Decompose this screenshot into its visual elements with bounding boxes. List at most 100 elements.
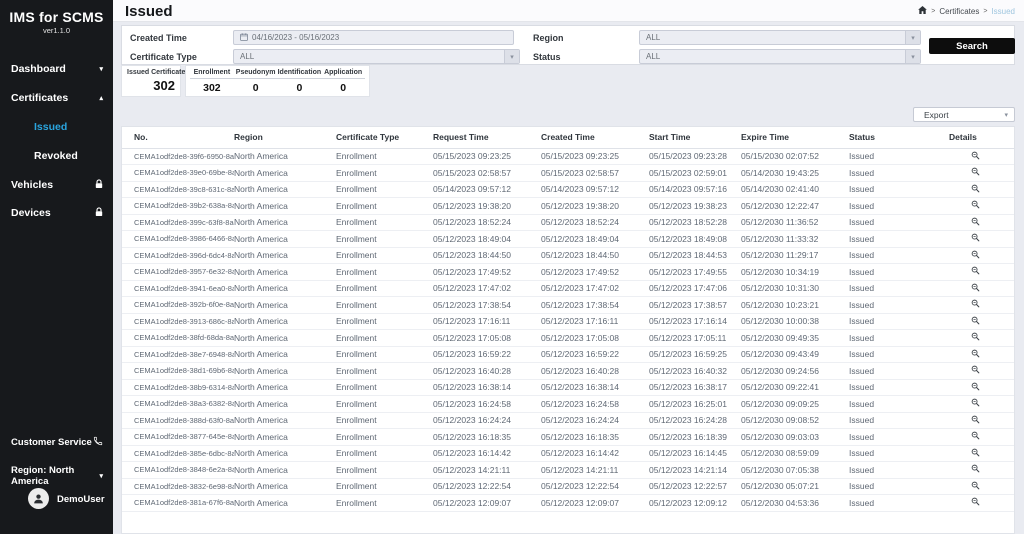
customer-service-button[interactable]: Customer Service	[0, 436, 113, 449]
table-row: CEMA1odf2de8-38d1-69b6-8a4e— North Ameri…	[122, 363, 1015, 380]
details-magnifier-icon[interactable]	[971, 184, 980, 195]
details-cell	[949, 445, 1015, 462]
created-time-range-input[interactable]: 04/16/2023 - 05/16/2023	[233, 30, 514, 45]
chevron-down-icon: ▾	[905, 31, 920, 44]
table-row: CEMA1odf2de8-3941-6ea0-8a4e— North Ameri…	[122, 280, 1015, 297]
cert-expire-time: 05/14/2030 19:43:25	[741, 165, 849, 182]
cert-region: North America	[234, 396, 336, 413]
cert-no: CEMA1odf2de8-399c-63f8-8a4e—	[122, 214, 234, 231]
lock-icon	[95, 207, 103, 220]
table-row: CEMA1odf2de8-39c8-631c-8a4e— North Ameri…	[122, 181, 1015, 198]
details-magnifier-icon[interactable]	[971, 316, 980, 327]
cert-region: North America	[234, 412, 336, 429]
details-magnifier-icon[interactable]	[971, 151, 980, 162]
details-magnifier-icon[interactable]	[971, 332, 980, 343]
details-cell	[949, 231, 1015, 248]
export-label: Export	[924, 110, 949, 120]
details-magnifier-icon[interactable]	[971, 349, 980, 360]
details-magnifier-icon[interactable]	[971, 365, 980, 376]
details-magnifier-icon[interactable]	[971, 382, 980, 393]
cert-status: Issued	[849, 165, 949, 182]
breakdown-identification: Identification 0	[278, 69, 322, 93]
details-magnifier-icon[interactable]	[971, 299, 980, 310]
details-magnifier-icon[interactable]	[971, 415, 980, 426]
details-cell	[949, 429, 1015, 446]
region-label: Region	[533, 33, 564, 43]
details-magnifier-icon[interactable]	[971, 266, 980, 277]
details-magnifier-icon[interactable]	[971, 481, 980, 492]
cert-expire-time: 05/12/2030 07:05:38	[741, 462, 849, 479]
breadcrumb-issued[interactable]: Issued	[991, 7, 1015, 16]
cert-status: Issued	[849, 379, 949, 396]
sidebar-item-dashboard[interactable]: Dashboard ▾	[0, 61, 113, 77]
cert-region: North America	[234, 148, 336, 165]
cert-created-time: 05/12/2023 16:24:58	[541, 396, 649, 413]
cert-expire-time: 05/12/2030 09:03:03	[741, 429, 849, 446]
cert-expire-time: 05/12/2030 08:59:09	[741, 445, 849, 462]
details-cell	[949, 247, 1015, 264]
status-select-value: ALL	[646, 52, 660, 61]
cert-region: North America	[234, 214, 336, 231]
details-magnifier-icon[interactable]	[971, 233, 980, 244]
details-magnifier-icon[interactable]	[971, 283, 980, 294]
certificate-type-select[interactable]: ALL ▾	[233, 49, 520, 64]
cert-request-time: 05/12/2023 16:14:42	[433, 445, 541, 462]
cert-start-time: 05/15/2023 02:59:01	[649, 165, 741, 182]
cert-status: Issued	[849, 396, 949, 413]
status-label: Status	[533, 52, 561, 62]
breakdown-application: Application 0	[321, 69, 365, 93]
sidebar-item-vehicles[interactable]: Vehicles	[0, 177, 113, 193]
sidebar-item-revoked[interactable]: Revoked	[0, 148, 113, 164]
cert-request-time: 05/12/2023 17:16:11	[433, 313, 541, 330]
cert-status: Issued	[849, 198, 949, 215]
certificates-breakdown-card: Enrollment 302 Pseudonym 0 Identificatio…	[185, 65, 370, 97]
sidebar-item-devices[interactable]: Devices	[0, 205, 113, 221]
details-magnifier-icon[interactable]	[971, 200, 980, 211]
home-icon[interactable]	[918, 6, 927, 16]
details-magnifier-icon[interactable]	[971, 398, 980, 409]
details-magnifier-icon[interactable]	[971, 250, 980, 261]
cert-created-time: 05/12/2023 12:22:54	[541, 478, 649, 495]
cert-no: CEMA1odf2de8-3877-645e-8a4e—	[122, 429, 234, 446]
cert-type: Enrollment	[336, 247, 433, 264]
region-selector[interactable]: Region: North America ▾	[0, 465, 113, 487]
region-select[interactable]: ALL ▾	[639, 30, 921, 45]
cert-start-time: 05/12/2023 18:49:08	[649, 231, 741, 248]
search-button[interactable]: Search	[929, 38, 1015, 54]
sidebar-item-certificates[interactable]: Certificates ▴	[0, 90, 113, 106]
avatar[interactable]	[28, 488, 49, 509]
cert-start-time: 05/12/2023 18:44:53	[649, 247, 741, 264]
user-name[interactable]: DemoUser	[57, 494, 105, 505]
cert-expire-time: 05/12/2030 09:24:56	[741, 363, 849, 380]
cert-created-time: 05/15/2023 09:23:25	[541, 148, 649, 165]
cert-type: Enrollment	[336, 264, 433, 281]
issued-certificates-value: 302	[127, 78, 175, 93]
details-cell	[949, 346, 1015, 363]
details-magnifier-icon[interactable]	[971, 464, 980, 475]
cert-region: North America	[234, 429, 336, 446]
cert-region: North America	[234, 165, 336, 182]
cert-no: CEMA1odf2de8-388d-63f0-8a4e—	[122, 412, 234, 429]
details-magnifier-icon[interactable]	[971, 497, 980, 508]
details-magnifier-icon[interactable]	[971, 167, 980, 178]
details-magnifier-icon[interactable]	[971, 431, 980, 442]
cert-start-time: 05/12/2023 16:14:45	[649, 445, 741, 462]
status-select[interactable]: ALL ▾	[639, 49, 921, 64]
details-cell	[949, 379, 1015, 396]
cert-type: Enrollment	[336, 297, 433, 314]
column-header-request-time: Request Time	[433, 127, 541, 148]
cert-start-time: 05/12/2023 18:52:28	[649, 214, 741, 231]
cert-start-time: 05/12/2023 17:47:06	[649, 280, 741, 297]
export-dropdown[interactable]: Export ▾	[913, 107, 1015, 122]
cert-request-time: 05/12/2023 17:47:02	[433, 280, 541, 297]
cert-region: North America	[234, 379, 336, 396]
breadcrumb-certificates[interactable]: Certificates	[939, 7, 979, 16]
details-magnifier-icon[interactable]	[971, 448, 980, 459]
details-cell	[949, 396, 1015, 413]
cert-no: CEMA1odf2de8-39f6-6950-8a4e—	[122, 148, 234, 165]
cert-type: Enrollment	[336, 231, 433, 248]
details-magnifier-icon[interactable]	[971, 217, 980, 228]
sidebar-item-issued[interactable]: Issued	[0, 119, 113, 135]
details-cell	[949, 181, 1015, 198]
breakdown-value: 0	[321, 82, 365, 94]
